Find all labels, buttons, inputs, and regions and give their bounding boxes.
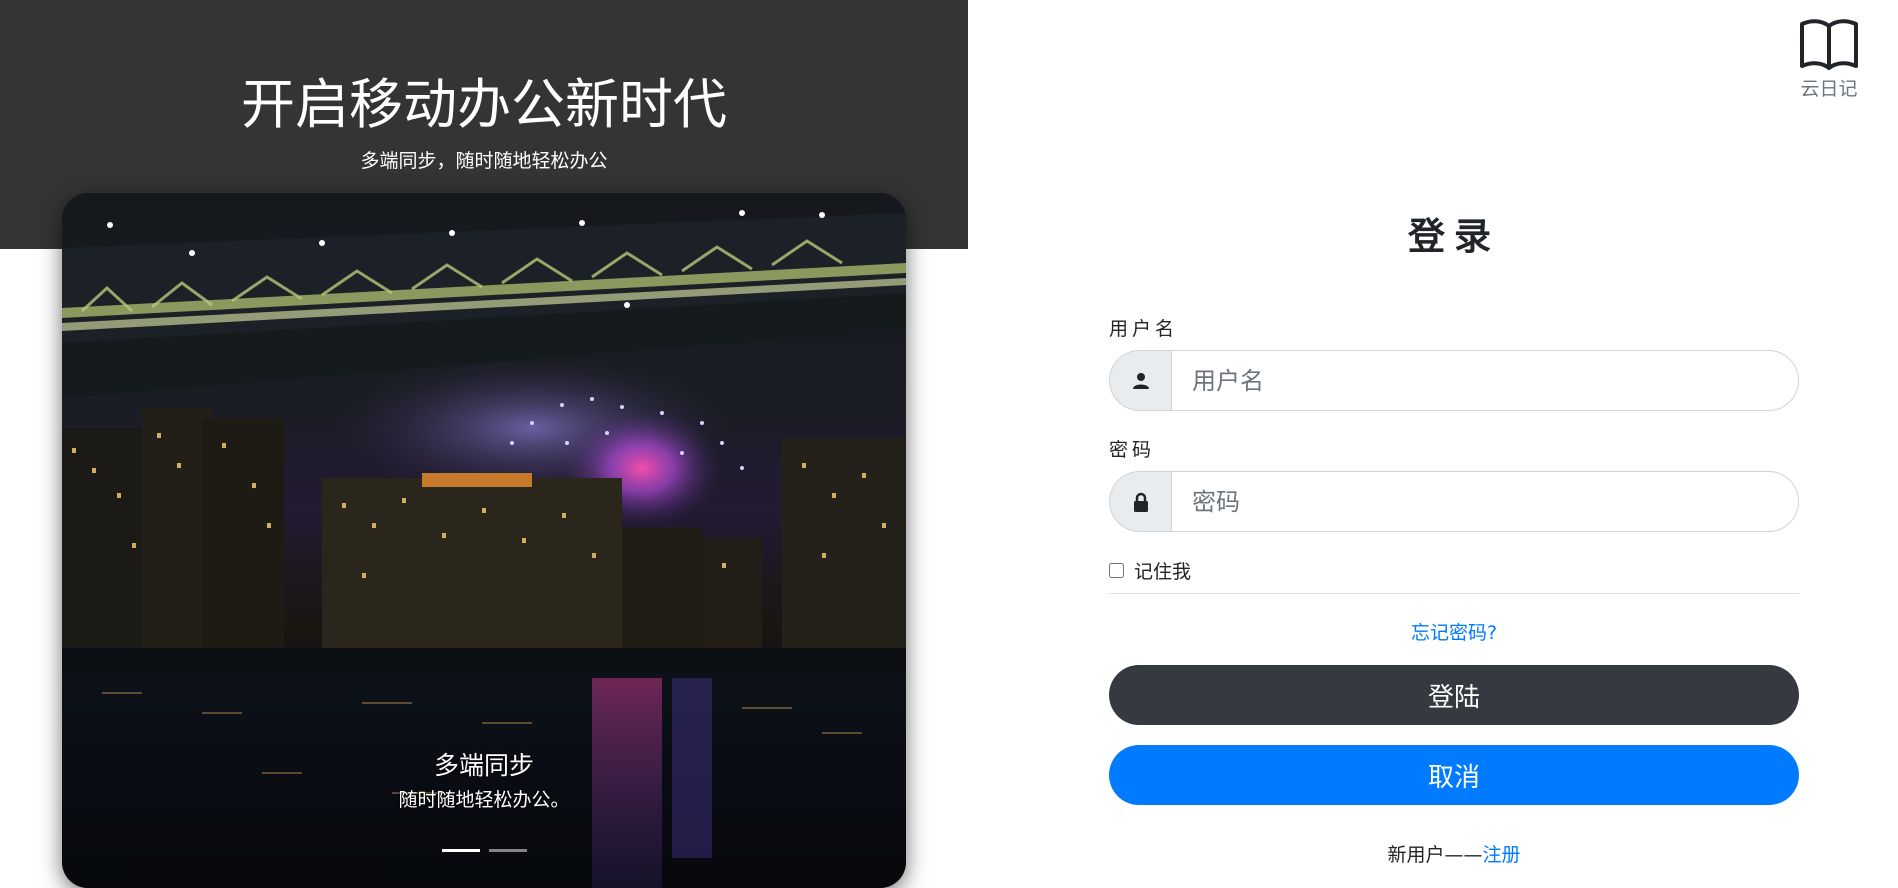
book-icon	[1800, 19, 1858, 70]
brand-logo[interactable]: 云日记	[1797, 18, 1861, 101]
password-input[interactable]	[1171, 471, 1799, 532]
carousel-slide-image	[62, 210, 906, 888]
hero-title: 开启移动办公新时代	[241, 73, 727, 136]
username-label: 用户名	[1109, 318, 1179, 340]
divider	[1109, 593, 1799, 594]
carousel-indicators	[62, 849, 906, 852]
carousel-indicator-2[interactable]	[488, 849, 527, 852]
forgot-password-link[interactable]: 忘记密码?	[1109, 618, 1799, 645]
remember-label: 记住我	[1134, 561, 1192, 583]
carousel-caption-title: 多端同步	[433, 751, 534, 780]
brand-label: 云日记	[1800, 78, 1858, 100]
register-link[interactable]: 注册	[1483, 844, 1521, 866]
register-line: 新用户——注册	[1109, 840, 1799, 867]
carousel-indicator-1[interactable]	[441, 849, 480, 852]
login-title: 登录	[1408, 215, 1500, 258]
username-prepend	[1109, 350, 1171, 411]
login-button[interactable]: 登陆	[1109, 665, 1799, 725]
password-prepend	[1109, 471, 1171, 532]
username-input-group	[1109, 350, 1799, 411]
carousel-caption-text: 随时随地轻松办公。	[398, 789, 570, 811]
username-input[interactable]	[1171, 350, 1799, 411]
remember-me[interactable]: 记住我	[1109, 557, 1191, 584]
password-label: 密码	[1109, 439, 1156, 461]
hero-subtitle: 多端同步，随时随地轻松办公	[360, 150, 608, 172]
lock-icon	[1133, 492, 1148, 512]
cancel-button[interactable]: 取消	[1109, 745, 1799, 805]
remember-checkbox[interactable]	[1109, 563, 1124, 578]
person-icon	[1132, 372, 1149, 389]
password-input-group	[1109, 471, 1799, 532]
register-prefix: 新用户——	[1387, 844, 1483, 866]
image-carousel[interactable]: 多端同步 随时随地轻松办公。	[62, 193, 906, 888]
